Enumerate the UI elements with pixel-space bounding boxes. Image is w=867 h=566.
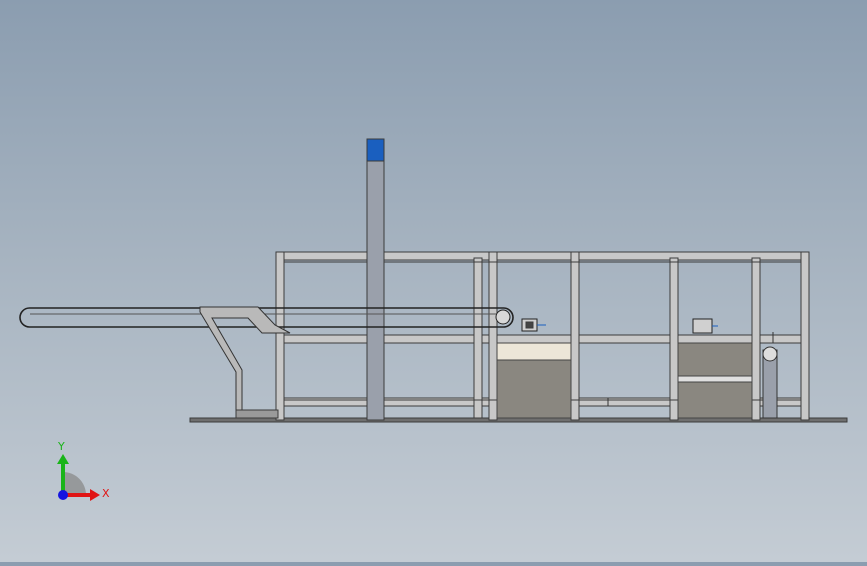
x-axis-label: X	[102, 487, 110, 500]
tall-column	[366, 159, 385, 421]
frame-post	[669, 257, 679, 421]
machine-side-view[interactable]	[0, 0, 867, 562]
y-axis-label: Y	[58, 440, 65, 453]
frame-post	[473, 257, 483, 419]
reference-triad: Y X	[48, 440, 118, 510]
frame-post	[488, 251, 498, 421]
machine-panel	[496, 359, 572, 419]
column-cap	[366, 138, 385, 162]
machine-panel-light	[677, 375, 753, 383]
frame-post	[751, 257, 761, 421]
motor-box	[692, 318, 713, 334]
y-axis-arrow	[57, 454, 69, 464]
chute-foot	[235, 409, 279, 419]
graphics-viewport[interactable]: Y X	[0, 0, 867, 562]
frame-middle-rail	[275, 334, 804, 344]
frame-top-rail	[275, 251, 810, 261]
conveyor-pulley	[495, 309, 511, 325]
machine-panel-light	[496, 342, 572, 361]
frame-post	[275, 251, 285, 421]
machine-panel	[677, 342, 753, 377]
frame-post	[570, 251, 580, 421]
frame-post	[800, 251, 810, 421]
z-axis-dot	[58, 490, 68, 500]
base-plate	[189, 417, 848, 423]
tensioner-wheel	[762, 346, 778, 362]
machine-panel	[677, 381, 753, 419]
x-axis-arrow	[90, 489, 100, 501]
